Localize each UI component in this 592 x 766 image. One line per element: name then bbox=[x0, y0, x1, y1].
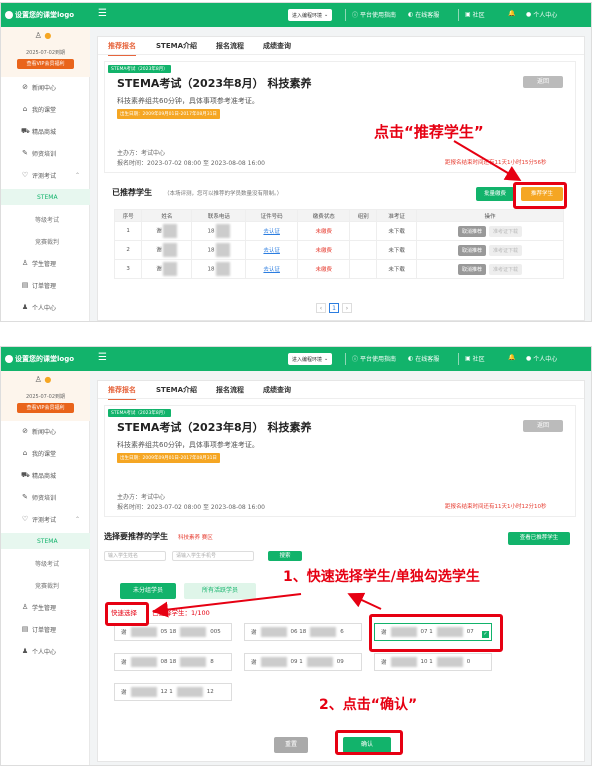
screenshot-panel-1: 设置您的课堂logo ♙ ● 2025-07-02到期 查看VIP会员福利 ⊘ 新… bbox=[0, 2, 592, 322]
annotation-arrows bbox=[152, 592, 382, 618]
annotation-arrow bbox=[453, 140, 522, 182]
highlight-recommend-button bbox=[513, 182, 567, 209]
screenshot-panel-2: 设置您的课堂logo ♙ ● 2025-07-02到期 查看VIP会员福利 ⊘ 新… bbox=[0, 346, 592, 766]
